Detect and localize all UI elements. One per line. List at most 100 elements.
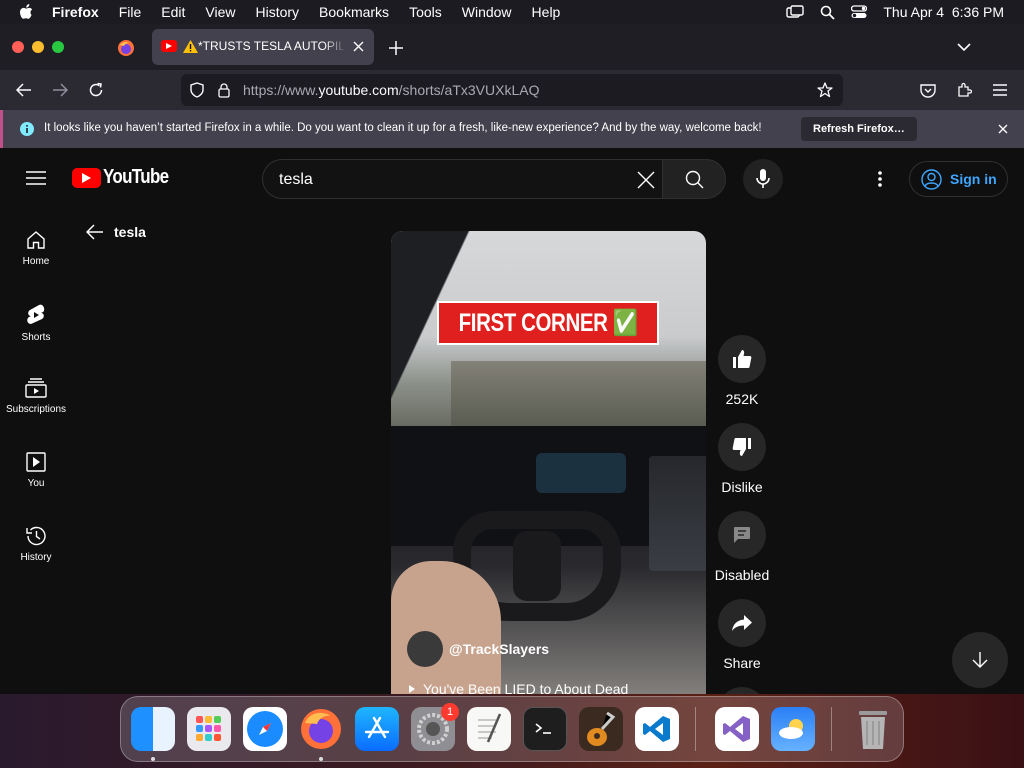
youtube-logo[interactable]: YouTube [72,166,180,189]
short-video-player[interactable]: FIRST CORNER ✅ @TrackSlayers You've Been… [391,231,706,694]
dock-garageband[interactable] [579,707,623,751]
home-icon [0,230,72,250]
video-caption[interactable]: You've Been LIED to About Dead [409,681,628,694]
window-minimize-button[interactable] [32,41,44,53]
menu-file[interactable]: File [119,4,142,20]
sidebar-label-you: You [27,478,45,489]
menubar-clock[interactable]: Thu Apr 4 6:36 PM [883,4,1004,20]
settings-more-icon[interactable] [874,169,886,189]
like-button[interactable]: 252K [714,335,770,407]
sign-in-label: Sign in [950,171,997,187]
dock-weather[interactable] [771,707,815,751]
tracking-protection-icon[interactable] [189,82,205,98]
control-center-icon[interactable] [851,5,868,19]
tab-active[interactable]: *TRUSTS TESLA AUTOPILOT [152,29,374,65]
sidebar-label-shorts: Shorts [21,332,51,343]
guide-menu-icon[interactable] [26,170,46,186]
browser-tab-bar: *TRUSTS TESLA AUTOPILOT [0,24,1024,70]
navigation-toolbar: https://www.youtube.com/shorts/aTx3VUXkL… [0,70,1024,110]
url-prefix: https://www. [243,82,319,98]
share-icon [732,615,752,631]
menu-bookmarks[interactable]: Bookmarks [319,4,389,20]
dock-trash[interactable] [851,707,895,751]
sidebar-item-home[interactable]: Home [0,230,72,267]
list-all-tabs-icon[interactable] [956,41,972,53]
menu-app-name[interactable]: Firefox [52,4,99,20]
new-tab-icon[interactable] [388,40,404,56]
dislike-circle [718,423,766,471]
dock-visual-studio[interactable] [715,707,759,751]
url-text: https://www.youtube.com/shorts/aTx3VUXkL… [243,82,539,98]
search-button[interactable] [662,159,726,199]
comments-icon [733,526,751,544]
window-close-button[interactable] [12,41,24,53]
menu-tools[interactable]: Tools [409,4,442,20]
tab-close-icon[interactable] [352,40,364,52]
dock-textedit[interactable] [467,707,511,751]
youtube-logo-icon [72,167,101,188]
dock-app-store[interactable] [355,707,399,751]
pocket-icon[interactable] [920,82,936,98]
search-input[interactable]: tesla [279,171,313,189]
microphone-icon [756,169,770,189]
voice-search-button[interactable] [743,159,783,199]
account-icon [921,168,942,190]
dock-finder[interactable] [131,707,175,751]
dock-safari[interactable] [243,707,287,751]
share-circle [718,599,766,647]
dock-vscode[interactable] [635,707,679,751]
notification-close-icon[interactable] [997,123,1009,135]
url-bar[interactable]: https://www.youtube.com/shorts/aTx3VUXkL… [181,74,843,106]
dock-firefox[interactable] [299,707,343,751]
menu-help[interactable]: Help [532,4,561,20]
menu-window[interactable]: Window [462,4,512,20]
more-actions-circle[interactable] [718,687,766,694]
sidebar-item-you[interactable]: You [0,452,72,489]
window-zoom-button[interactable] [52,41,64,53]
like-count: 252K [725,391,759,407]
menu-edit[interactable]: Edit [161,4,185,20]
back-label: tesla [114,224,146,240]
spotlight-search-icon[interactable] [820,5,836,20]
sidebar-item-shorts[interactable]: Shorts [0,304,72,343]
back-to-search[interactable]: tesla [86,224,146,240]
app-menu-icon[interactable] [992,83,1008,97]
comments-label: Disabled [714,567,770,583]
tab-title: *TRUSTS TESLA AUTOPILOT [198,39,346,53]
bookmark-star-icon[interactable] [817,82,833,98]
info-icon [20,122,34,136]
sign-in-button[interactable]: Sign in [909,161,1008,197]
menu-view[interactable]: View [205,4,235,20]
firefox-view-icon[interactable] [116,38,136,58]
lock-icon[interactable] [217,82,231,98]
next-video-button[interactable] [952,632,1008,688]
menu-history[interactable]: History [255,4,299,20]
clear-search-icon[interactable] [637,171,655,189]
forward-icon[interactable] [52,82,68,98]
comments-button[interactable]: Disabled [714,511,770,583]
sidebar-item-history[interactable]: History [0,526,72,563]
search-box[interactable]: tesla [262,159,663,199]
notification-text: It looks like you haven’t started Firefo… [44,122,762,134]
channel-row[interactable]: @TrackSlayers [407,631,549,667]
apple-icon[interactable] [18,4,34,20]
extensions-icon[interactable] [956,82,972,98]
subscriptions-icon [0,378,72,398]
sidebar-item-subscriptions[interactable]: Subscriptions [0,378,72,415]
dislike-label: Dislike [721,479,763,495]
dock-running-dot [151,757,155,761]
back-icon[interactable] [16,82,32,98]
sidebar-label-subscriptions: Subscriptions [5,404,67,415]
channel-avatar [407,631,443,667]
dislike-button[interactable]: Dislike [714,423,770,495]
refresh-firefox-button[interactable]: Refresh Firefox… [801,117,917,141]
history-icon [0,526,72,546]
youtube-favicon [161,40,177,52]
share-button[interactable]: Share [714,599,770,671]
dock-terminal[interactable] [523,707,567,751]
channel-name[interactable]: @TrackSlayers [449,641,549,657]
reload-icon[interactable] [88,82,104,98]
screen-mirror-icon[interactable] [786,5,805,19]
dock-launchpad[interactable] [187,707,231,751]
overlay-text: FIRST CORNER ✅ [458,308,638,337]
